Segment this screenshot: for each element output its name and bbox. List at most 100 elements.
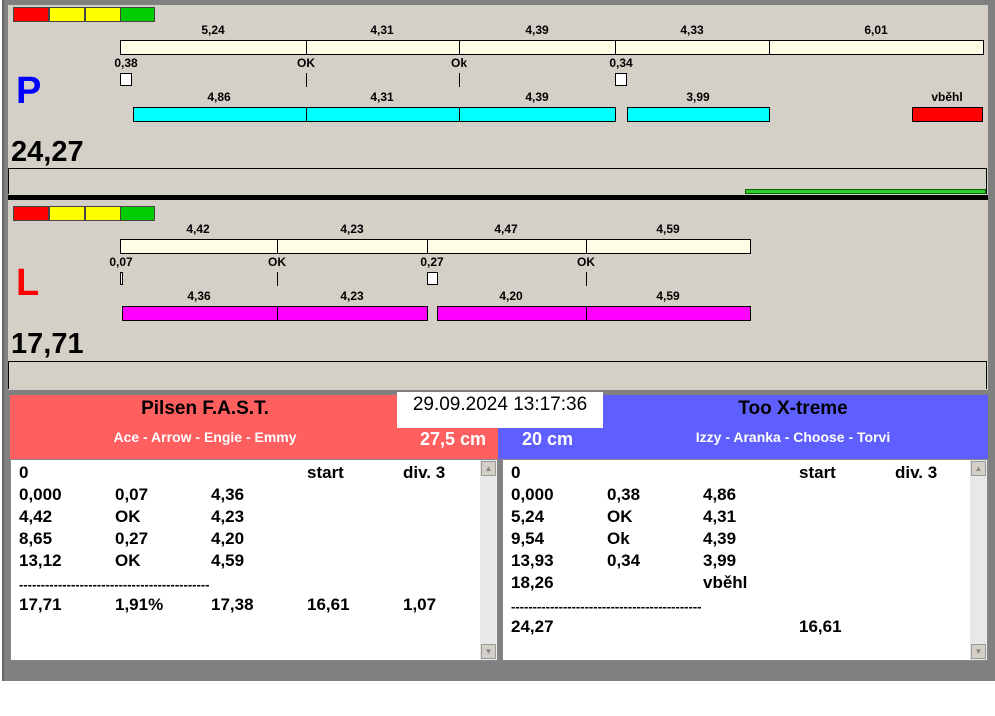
dog-segment [122, 306, 278, 321]
list-cell: 17,71 [19, 595, 62, 614]
dog-segment [586, 306, 751, 321]
early-exchange-box [427, 272, 438, 285]
exchange-tick [586, 272, 587, 286]
list-cell: 13,12 [19, 551, 62, 570]
early-exchange-box [120, 73, 132, 86]
progress-strip [8, 168, 987, 194]
segment-time: 4,23 [340, 222, 364, 236]
exchange-marker: OK [297, 56, 315, 70]
exchange-marker: Ok [450, 56, 468, 70]
lane-total-time: 17,71 [11, 328, 84, 360]
lane-letter: P [16, 70, 42, 112]
dog-time: 4,23 [340, 289, 364, 303]
list-cell: 0,34 [607, 551, 641, 570]
list-cell: 3,99 [703, 551, 737, 570]
status-green [120, 7, 155, 22]
list-cell: 0 [19, 463, 29, 482]
right-team-dogs: Izzy - Aranka - Choose - Torvi [695, 429, 891, 445]
scroll-up-icon[interactable]: ▲ [971, 461, 986, 476]
dog-time: 4,86 [207, 90, 231, 104]
left-team-dogs: Ace - Arrow - Engie - Emmy [113, 429, 297, 445]
segment-time: 4,47 [494, 222, 518, 236]
list-cell: 4,36 [211, 485, 245, 504]
left-team-name: Pilsen F.A.S.T. [141, 398, 269, 419]
list-cell: vběhl [703, 573, 748, 592]
exchange-marker: 0,38 [114, 56, 138, 70]
dog-time: 4,31 [370, 90, 394, 104]
dog-segment [277, 306, 428, 321]
status-red [13, 206, 49, 221]
dog-segment [459, 107, 616, 122]
lane-total-time: 24,27 [11, 136, 84, 168]
status-yellow [85, 206, 121, 221]
list-cell: 0,27 [115, 529, 149, 548]
dog-segment [627, 107, 770, 122]
left-result-list[interactable]: ▲ ▼ 0 start div. 3 0,000 0,07 4,36 4,42 OK 4,23 8… [10, 459, 498, 661]
list-cell: 18,26 [511, 573, 554, 592]
list-cell: start [799, 463, 836, 482]
right-team-name: Too X-treme [738, 398, 848, 419]
status-yellow [49, 206, 85, 221]
scroll-up-icon[interactable]: ▲ [481, 461, 496, 476]
progress-strip [8, 361, 987, 389]
dog-time: 4,36 [187, 289, 211, 303]
run-segment [615, 40, 770, 55]
list-cell: 5,24 [511, 507, 545, 526]
dog-time: 4,39 [525, 90, 549, 104]
list-cell: 0,000 [19, 485, 62, 504]
lane-letter: L [16, 262, 40, 304]
right-team-height: 20 cm [522, 429, 574, 449]
progress-fill [745, 189, 986, 194]
list-cell: 4,31 [703, 507, 737, 526]
list-cell: start [307, 463, 344, 482]
right-result-list[interactable]: ▲ ▼ 0 start div. 3 0,000 0,38 4,86 5,24 OK 4,31 9… [502, 459, 988, 661]
exchange-tick [459, 73, 460, 87]
segment-time: 4,59 [656, 222, 680, 236]
segment-time: 4,31 [370, 23, 394, 37]
fault-label: vběhl [931, 90, 963, 104]
left-team-height: 27,5 cm [419, 429, 486, 449]
status-red [13, 7, 49, 22]
list-cell: 4,23 [211, 507, 245, 526]
list-cell: OK [115, 507, 141, 526]
list-cell: 17,38 [211, 595, 254, 614]
segment-time: 6,01 [864, 23, 888, 37]
list-cell: 1,91% [115, 595, 164, 614]
dog-time: 3,99 [686, 90, 710, 104]
early-exchange-box [120, 272, 123, 285]
run-segment [427, 239, 587, 254]
exchange-tick [277, 272, 278, 286]
run-segment [120, 239, 278, 254]
list-cell: 0,000 [511, 485, 554, 504]
run-segment [120, 40, 307, 55]
run-segment [586, 239, 751, 254]
list-cell: div. 3 [403, 463, 446, 482]
scrollbar[interactable]: ▲ ▼ [480, 460, 497, 660]
list-cell: 4,20 [211, 529, 245, 548]
list-cell: div. 3 [895, 463, 938, 482]
segment-time: 5,24 [201, 23, 225, 37]
list-cell: OK [607, 507, 633, 526]
scroll-down-icon[interactable]: ▼ [971, 644, 986, 659]
status-green [120, 206, 155, 221]
run-segment [277, 239, 428, 254]
scroll-down-icon[interactable]: ▼ [481, 644, 496, 659]
list-cell: 8,65 [19, 529, 53, 548]
datetime: 29.09.2024 13:17:36 [397, 392, 603, 428]
exchange-marker: 0,07 [109, 255, 133, 269]
list-cell: 1,07 [403, 595, 437, 614]
list-cell: OK [115, 551, 141, 570]
exchange-tick [306, 73, 307, 87]
run-segment [306, 40, 460, 55]
run-segment [769, 40, 984, 55]
run-segment [459, 40, 616, 55]
scrollbar[interactable]: ▲ ▼ [970, 460, 987, 660]
early-exchange-box [615, 73, 627, 86]
list-cell: 13,93 [511, 551, 554, 570]
segment-time: 4,39 [525, 23, 549, 37]
fault-segment [912, 107, 983, 122]
list-cell: 4,86 [703, 485, 737, 504]
list-cell: 0 [511, 463, 521, 482]
list-cell: ----------------------------------------… [511, 599, 702, 614]
dog-segment [306, 107, 460, 122]
